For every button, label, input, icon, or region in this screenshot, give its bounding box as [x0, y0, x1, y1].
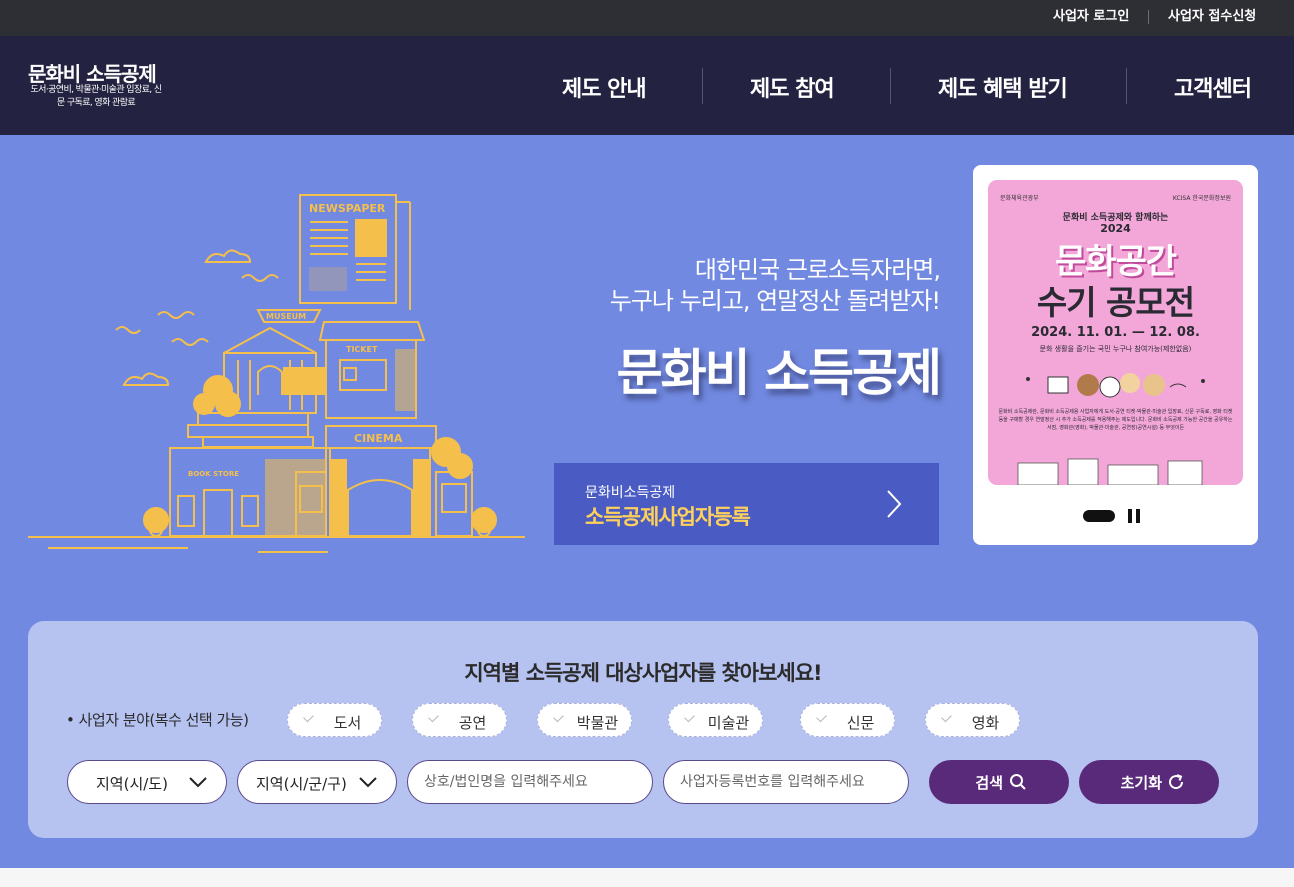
poster-org-left: 문화체육관광부: [1000, 195, 1039, 202]
category-chip-performance[interactable]: 공연: [412, 703, 507, 737]
event-banner-card: 문화체육관광부 KCISA 한국문화정보원 문화비 소득공제와 함께하는 202…: [973, 165, 1258, 545]
poster-characters-illustration: [1026, 373, 1205, 398]
category-chip-label: 도서: [333, 714, 362, 732]
poster-tagline: 문화 생활을 즐기는 국민 누구나 참여가능(제한없음): [1039, 345, 1192, 353]
business-name-input[interactable]: [407, 760, 653, 804]
main-header: 문화비 소득공제 도서·공연비, 박물관·미술관 입장료, 신문 구독료, 영화…: [0, 36, 1294, 135]
reset-button[interactable]: 초기화: [1079, 760, 1219, 804]
culture-buildings-illustration: NEWSPAPER MUSEUM TICKET CINEMA BOOK STOR…: [28, 194, 525, 553]
search-icon: [1010, 774, 1026, 790]
search-button-label: 검색: [975, 774, 1003, 792]
category-label: • 사업자 분야(복수 선택 가능): [66, 711, 249, 729]
business-apply-link[interactable]: 사업자 접수신청: [1168, 0, 1256, 36]
hero-slogan-line2: 누구나 누리고, 연말정산 돌려받자!: [609, 287, 941, 315]
business-login-link[interactable]: 사업자 로그인: [1053, 0, 1129, 36]
nav-item-benefits[interactable]: 제도 혜택 받기: [938, 71, 1068, 103]
check-icon: [684, 711, 695, 723]
check-icon: [941, 711, 952, 723]
logo-title: 문화비 소득공제: [28, 62, 157, 86]
illustration-label-bookstore: BOOK STORE: [188, 470, 239, 478]
register-button-label: 소득공제사업자등록: [585, 505, 751, 529]
nav-item-customer-center[interactable]: 고객센터: [1174, 71, 1252, 103]
hero-section: NEWSPAPER MUSEUM TICKET CINEMA BOOK STOR…: [0, 135, 1294, 868]
nav-divider: [1126, 68, 1127, 104]
utility-bar: 사업자 로그인 사업자 접수신청: [0, 0, 1294, 36]
category-chip-label: 박물관: [576, 714, 619, 732]
utility-divider: [1148, 10, 1149, 24]
illustration-label-ticket: TICKET: [346, 345, 378, 354]
category-chip-label: 신문: [846, 714, 875, 732]
poster-title-line2: 수기 공모전: [1036, 283, 1195, 322]
next-section-edge: [0, 868, 1294, 887]
category-chip-label: 영화: [971, 714, 1000, 732]
poster-town-illustration: [1017, 458, 1203, 485]
poster-description: 문화비 소득공제란, 문화비 소득공제용 사업자에게 도서·공연 티켓·박물관·…: [998, 409, 1233, 431]
register-button-caption: 문화비소득공제: [585, 485, 676, 501]
check-icon: [428, 711, 439, 723]
check-icon: [553, 711, 564, 723]
chevron-down-icon: [359, 777, 377, 788]
pause-icon[interactable]: [1128, 509, 1140, 523]
region-sigungu-select[interactable]: 지역(시/군/구): [237, 760, 397, 804]
illustration-label-newspaper: NEWSPAPER: [309, 202, 386, 215]
region-sigungu-value: 지역(시/군/구): [256, 775, 347, 793]
category-chip-label: 공연: [458, 714, 487, 732]
nav-item-participate[interactable]: 제도 참여: [750, 71, 835, 103]
event-poster[interactable]: 문화체육관광부 KCISA 한국문화정보원 문화비 소득공제와 함께하는 202…: [988, 180, 1243, 485]
hero-title: 문화비 소득공제: [616, 344, 942, 402]
logo-subtitle: 도서·공연비, 박물관·미술관 입장료, 신문 구독료, 영화 관람료: [30, 85, 162, 108]
illustration-label-museum: MUSEUM: [266, 312, 306, 321]
category-chip-newspaper[interactable]: 신문: [800, 703, 895, 737]
nav-divider: [890, 68, 891, 104]
reset-button-label: 초기화: [1120, 774, 1162, 792]
check-icon: [303, 711, 314, 723]
search-button[interactable]: 검색: [929, 760, 1069, 804]
category-chip-museum[interactable]: 박물관: [537, 703, 632, 737]
hero-slogan-line1: 대한민국 근로소득자라면,: [694, 256, 941, 284]
nav-divider: [702, 68, 703, 104]
business-number-input[interactable]: [663, 760, 909, 804]
category-chip-art-gallery[interactable]: 미술관: [668, 703, 763, 737]
region-sido-value: 지역(시/도): [96, 775, 168, 793]
region-sido-select[interactable]: 지역(시/도): [67, 760, 227, 804]
nav-item-system-guide[interactable]: 제도 안내: [562, 71, 647, 103]
chevron-down-icon: [189, 777, 207, 788]
illustration-label-cinema: CINEMA: [354, 432, 403, 445]
category-chip-books[interactable]: 도서: [287, 703, 382, 737]
business-register-button[interactable]: 문화비소득공제 소득공제사업자등록: [554, 463, 939, 545]
slide-indicator-active[interactable]: [1083, 510, 1115, 522]
poster-org-right: KCISA 한국문화정보원: [1172, 195, 1231, 202]
category-chip-label: 미술관: [707, 714, 750, 732]
poster-date: 2024. 11. 01. — 12. 08.: [1031, 325, 1200, 340]
hero-slogan: 대한민국 근로소득자라면, 누구나 누리고, 연말정산 돌려받자!: [609, 255, 941, 317]
category-chip-movie[interactable]: 영화: [925, 703, 1020, 737]
refresh-icon: [1169, 774, 1184, 790]
check-icon: [816, 711, 827, 723]
business-search-panel: 지역별 소득공제 대상사업자를 찾아보세요! • 사업자 분야(복수 선택 가능…: [28, 621, 1258, 838]
search-title: 지역별 소득공제 대상사업자를 찾아보세요!: [464, 661, 822, 685]
chevron-right-icon: [887, 490, 902, 518]
